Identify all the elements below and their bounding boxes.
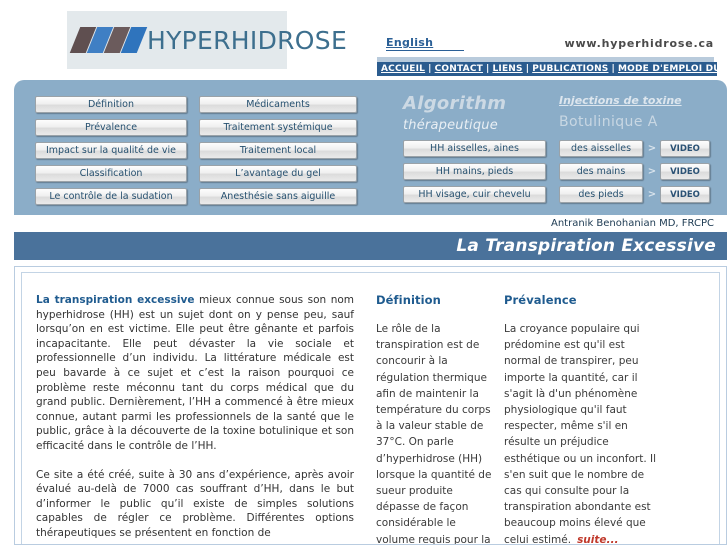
nav-item-publications[interactable]: PUBLICATIONS	[532, 64, 608, 74]
nav-separator: |	[525, 64, 530, 74]
logo-chevrons-icon	[69, 27, 148, 53]
menu-button-prevalence[interactable]: Prévalence	[35, 119, 187, 136]
injections-subheading: Botulinique A	[559, 114, 658, 130]
prevalence-body: La croyance populaire qui prédomine est …	[504, 321, 664, 544]
nav-item-liens[interactable]: LIENS	[492, 64, 522, 74]
injection-button-des-pieds[interactable]: des pieds	[559, 186, 643, 203]
page-title: La Transpiration Excessive	[456, 236, 716, 256]
nav-item-mode-emploi-gel[interactable]: MODE D'EMPLOI DU GEL	[618, 64, 727, 74]
video-button-aisselles[interactable]: VIDEO	[660, 140, 710, 157]
menu-button-classification[interactable]: Classification	[35, 165, 187, 182]
topic-menu-panel: Définition Prévalence Impact sur la qual…	[14, 80, 727, 215]
menu-button-medicaments[interactable]: Médicaments	[199, 96, 357, 113]
nav-item-accueil[interactable]: ACCUEIL	[381, 64, 425, 74]
menu-button-definition[interactable]: Définition	[35, 96, 187, 113]
site-url-text: www.hyperhidrose.ca	[564, 37, 714, 50]
language-link-english[interactable]: English	[386, 36, 464, 51]
chevron-right-icon: >	[647, 166, 657, 177]
menu-button-traitement-local[interactable]: Traitement local	[199, 142, 357, 159]
article-paragraph-1-body: mieux connue sous son nom hyperhidrose (…	[36, 294, 354, 452]
prevalence-column: Prévalence La croyance populaire qui pré…	[494, 293, 664, 544]
chevron-right-icon: >	[647, 143, 657, 154]
nav-separator: |	[485, 64, 490, 74]
injection-button-des-mains[interactable]: des mains	[559, 163, 643, 180]
site-logo[interactable]: HYPERHIDROSE	[67, 11, 347, 69]
page-title-bar: La Transpiration Excessive	[14, 232, 727, 260]
nav-separator: |	[611, 64, 615, 74]
algorithm-button-mains-pieds[interactable]: HH mains, pieds	[403, 163, 546, 180]
algorithm-subheading: thérapeutique	[403, 118, 498, 133]
algorithm-button-visage-cuir-chevelu[interactable]: HH visage, cuir chevelu	[403, 186, 546, 203]
nav-separator: |	[428, 64, 432, 74]
menu-button-qualite-de-vie[interactable]: Impact sur la qualité de vie	[35, 142, 187, 159]
prevalence-body-text: La croyance populaire qui prédomine est …	[504, 323, 657, 544]
definition-column: Définition Le rôle de la transpiration e…	[354, 293, 494, 544]
algorithm-button-aisselles-aines[interactable]: HH aisselles, aines	[403, 140, 546, 157]
injection-button-des-aisselles[interactable]: des aisselles	[559, 140, 643, 157]
content-area: La transpiration excessive mieux connue …	[14, 266, 727, 545]
prevalence-more-link[interactable]: suite...	[577, 534, 618, 544]
logo-wordmark: HYPERHIDROSE	[147, 25, 348, 55]
site-header: HYPERHIDROSE English www.hyperhidrose.ca…	[0, 0, 727, 78]
menu-button-traitement-systemique[interactable]: Traitement systémique	[199, 119, 357, 136]
definition-heading: Définition	[376, 293, 441, 307]
doctor-credit: Antranik Benohanian MD, FRCPC	[550, 218, 714, 229]
prevalence-heading: Prévalence	[504, 293, 577, 307]
video-button-mains[interactable]: VIDEO	[660, 163, 710, 180]
definition-body: Le rôle de la transpiration est de conco…	[376, 323, 492, 544]
main-navigation[interactable]: ACCUEIL | CONTACT | LIENS | PUBLICATIONS…	[377, 62, 727, 76]
article-lead-text: La transpiration excessive	[36, 294, 195, 306]
article-paragraph-1: La transpiration excessive mieux connue …	[36, 293, 354, 454]
page-root: HYPERHIDROSE English www.hyperhidrose.ca…	[0, 0, 727, 545]
menu-button-anesthesie-sans-aiguille[interactable]: Anesthésie sans aiguille	[199, 188, 357, 205]
video-button-pieds[interactable]: VIDEO	[660, 186, 710, 203]
content-frame: La transpiration excessive mieux connue …	[21, 272, 720, 544]
nav-item-contact[interactable]: CONTACT	[435, 64, 483, 74]
article-paragraph-2: Ce site a été créé, suite à 30 ans d’exp…	[36, 468, 354, 539]
main-article-column: La transpiration excessive mieux connue …	[36, 293, 354, 544]
menu-button-avantage-du-gel[interactable]: L’avantage du gel	[199, 165, 357, 182]
menu-button-controle-sudation[interactable]: Le contrôle de la sudation	[35, 188, 187, 205]
injections-heading: Injections de toxine	[559, 94, 682, 107]
chevron-right-icon: >	[647, 189, 657, 200]
algorithm-heading: Algorithm	[403, 93, 507, 114]
